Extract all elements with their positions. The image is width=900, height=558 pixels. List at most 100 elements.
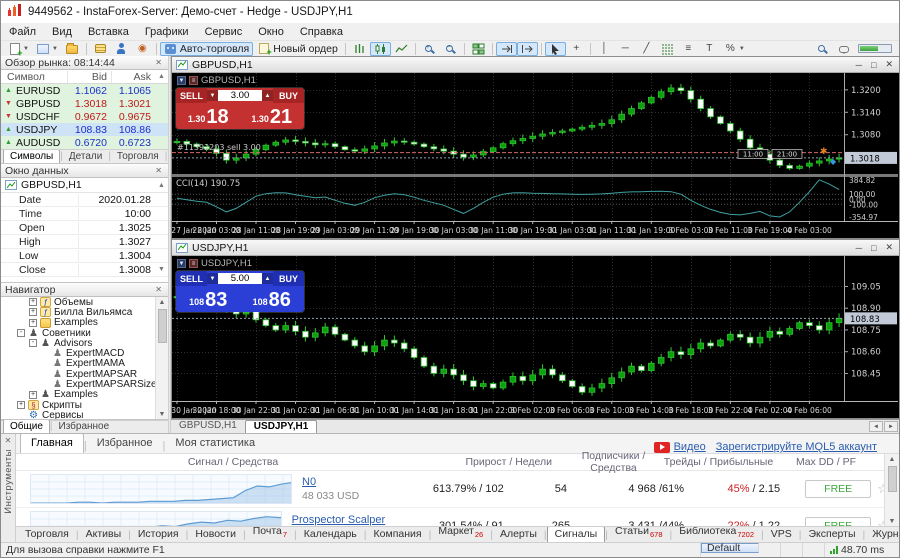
bottom-tab-Активы[interactable]: Активы: [79, 527, 129, 542]
navigator-tab-0[interactable]: Общие: [3, 419, 50, 433]
free-button[interactable]: FREE: [805, 480, 871, 498]
close-icon[interactable]: ✕: [885, 242, 893, 253]
expander-icon[interactable]: +: [29, 298, 37, 306]
horizontal-line-button[interactable]: ─: [615, 42, 636, 56]
expander-icon[interactable]: -: [17, 329, 25, 337]
navigator-item-Объемы[interactable]: +ƒОбъемы: [1, 297, 155, 307]
profiles-button[interactable]: ▼: [33, 42, 62, 56]
collapse-panel-icon[interactable]: ▼: [177, 259, 186, 268]
signal-name-link[interactable]: Prospector Scalper EA: [292, 514, 399, 526]
close-icon[interactable]: ✕: [153, 285, 164, 294]
scrollbar-thumb[interactable]: [888, 466, 897, 492]
new-order-button[interactable]: Новый ордер: [253, 42, 342, 56]
bottom-tab-Новости[interactable]: Новости: [188, 527, 243, 542]
navigator-tab-1[interactable]: Избранное: [53, 420, 116, 433]
chat-button[interactable]: [833, 42, 854, 56]
text-button[interactable]: T: [699, 42, 720, 56]
autotrade-button[interactable]: Авто-торговля: [160, 42, 253, 56]
minimize-icon[interactable]: ─: [856, 60, 862, 70]
close-icon[interactable]: ✕: [5, 436, 12, 445]
market-watch-tab-1[interactable]: Детали: [63, 150, 108, 163]
bottom-tab-Алерты[interactable]: Алерты: [493, 527, 544, 542]
chart-tab-GBPUSD,H1[interactable]: GBPUSD,H1: [171, 420, 245, 433]
menu-item-3[interactable]: Графики: [137, 25, 197, 39]
scrollbar-thumb[interactable]: [158, 309, 167, 343]
close-icon[interactable]: ✕: [153, 58, 164, 67]
bottom-tab-Компания[interactable]: Компания: [367, 527, 429, 542]
connection-button[interactable]: [854, 42, 896, 56]
line-chart-button[interactable]: [391, 42, 412, 56]
scroll-right-icon[interactable]: ►: [884, 421, 898, 432]
shapes-button[interactable]: %▼: [720, 42, 749, 56]
scroll-up-icon[interactable]: ▲: [155, 182, 168, 189]
sell-price-button[interactable]: 1.3018: [177, 103, 240, 128]
scroll-up-icon[interactable]: ▲: [156, 297, 168, 307]
volume-up-icon[interactable]: ▲: [262, 273, 273, 284]
navigator-item-Сервисы[interactable]: ⚙Сервисы: [1, 410, 155, 419]
minimize-icon[interactable]: ─: [856, 243, 862, 253]
navigator-item-ExpertMAMA[interactable]: ♟ExpertMAMA: [1, 359, 155, 369]
buy-price-button[interactable]: 10886: [241, 286, 304, 311]
zoom-out-button[interactable]: −: [440, 42, 461, 56]
bottom-tab-VPS[interactable]: VPS: [764, 527, 799, 542]
chart-window-titlebar[interactable]: GBPUSD,H1─□✕: [172, 57, 900, 73]
volume-dropdown-icon[interactable]: ▼: [207, 273, 218, 284]
expander-icon[interactable]: +: [29, 308, 37, 316]
chart-canvas-gbpusd[interactable]: CCI(14) 190.75384.82100.000.00-100.00-35…: [172, 73, 900, 238]
bottom-tab-Торговля[interactable]: Торговля: [18, 527, 76, 542]
expander-icon[interactable]: -: [29, 339, 37, 347]
bottom-tab-Календарь[interactable]: Календарь: [297, 527, 364, 542]
signal-name-link[interactable]: N0: [302, 476, 359, 488]
scroll-down-icon[interactable]: ▼: [889, 516, 896, 526]
market-watch-tab-2[interactable]: Торговля: [111, 150, 165, 163]
navigator-item-Advisors[interactable]: -♟Advisors: [1, 338, 155, 348]
navigator-item-Советники[interactable]: -♟Советники: [1, 328, 155, 338]
channel-button[interactable]: ≡: [678, 42, 699, 56]
bottom-tab-Журнал[interactable]: Журнал: [865, 527, 899, 542]
chart-window-titlebar[interactable]: USDJPY,H1─□✕: [172, 240, 900, 256]
broadcast-button[interactable]: ◉: [132, 42, 153, 56]
buy-price-button[interactable]: 1.3021: [241, 103, 304, 128]
navigator-item-Скрипты[interactable]: +§Скрипты: [1, 400, 155, 410]
scroll-up-icon[interactable]: ▲: [155, 73, 168, 80]
crosshair-button[interactable]: +: [566, 42, 587, 56]
buy-button[interactable]: BUY: [273, 88, 304, 103]
sell-price-button[interactable]: 10883: [177, 286, 240, 311]
chart-canvas-usdjpy[interactable]: 109.05108.90108.75108.60108.45108.8330 J…: [172, 256, 900, 418]
chart-tab-USDJPY,H1[interactable]: USDJPY,H1: [245, 420, 317, 433]
menu-item-4[interactable]: Сервис: [197, 25, 251, 39]
close-icon[interactable]: ✕: [885, 59, 893, 70]
collapse-panel-icon[interactable]: ▼: [177, 76, 186, 85]
navigator-item-ExpertMAPSARSizeOptim[interactable]: ♟ExpertMAPSARSizeOptim: [1, 379, 155, 389]
maximize-icon[interactable]: □: [871, 60, 876, 70]
volume-input[interactable]: 3.00: [218, 90, 262, 101]
mql5-register-link[interactable]: Зарегистрируйте MQL5 аккаунт: [716, 441, 877, 453]
market-watch-tab-0[interactable]: Символы: [3, 149, 60, 163]
toolbox-tab-1[interactable]: Избранное: [87, 434, 163, 453]
scroll-down-icon[interactable]: ▼: [155, 266, 168, 273]
autoscroll-button[interactable]: [517, 42, 538, 56]
sell-button[interactable]: SELL: [176, 88, 207, 103]
scroll-up-icon[interactable]: ▲: [889, 454, 896, 464]
market-watch-row-EURUSD[interactable]: ▲EURUSD1.10621.1065: [1, 84, 168, 97]
bottom-tab-Сигналы[interactable]: Сигналы: [547, 526, 606, 542]
vertical-line-button[interactable]: │: [594, 42, 615, 56]
depth-of-market-icon[interactable]: ≡: [189, 76, 198, 85]
navigator-item-ExpertMAPSAR[interactable]: ♟ExpertMAPSAR: [1, 369, 155, 379]
bars-chart-button[interactable]: [349, 42, 370, 56]
toolbox-tab-0[interactable]: Главная: [20, 434, 84, 453]
menu-item-0[interactable]: Файл: [1, 25, 44, 39]
navigator-item-Examples[interactable]: +♟Examples: [1, 390, 155, 400]
market-watch-row-USDCHF[interactable]: ▼USDCHF0.96720.9675: [1, 110, 168, 123]
toolbox-tab-2[interactable]: Моя статистика: [165, 434, 265, 453]
candles-chart-button[interactable]: [370, 42, 391, 56]
horizontal-scrollbar[interactable]: ◄ ►: [869, 420, 899, 433]
community-button[interactable]: [111, 42, 132, 56]
navigator-scrollbar[interactable]: ▲ ▼: [155, 297, 168, 419]
toolbox-scrollbar[interactable]: ▲ ▼: [884, 454, 899, 526]
navigator-item-Билла Вильямса[interactable]: +ƒБилла Вильямса: [1, 307, 155, 317]
depth-of-market-icon[interactable]: ≡: [189, 259, 198, 268]
volume-up-icon[interactable]: ▲: [262, 90, 273, 101]
menu-item-6[interactable]: Справка: [292, 25, 351, 39]
history-folder-button[interactable]: [62, 42, 83, 56]
